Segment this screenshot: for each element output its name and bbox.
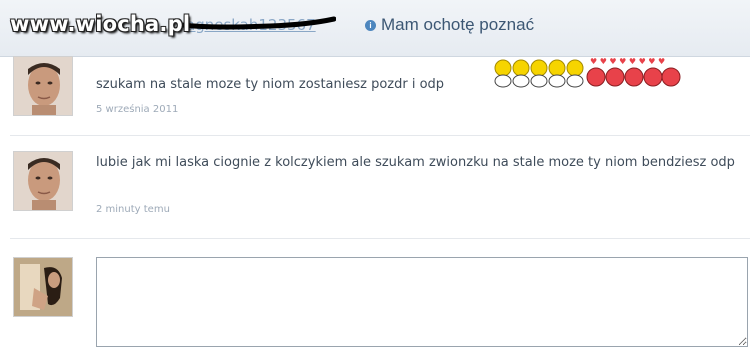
emoticons-row: ♥ ♥ ♥ ♥ ♥ ♥ ♥ ♥ — [494, 57, 681, 88]
smiley-icon — [494, 59, 584, 88]
message-text: lubie jak mi laska ciognie z kolczykiem … — [96, 155, 735, 170]
want-to-meet-label: Mam ochotę poznać — [381, 15, 535, 34]
my-avatar[interactable] — [13, 257, 73, 317]
message-date: 2 minuty temu — [96, 204, 170, 215]
message-date: 5 września 2011 — [96, 104, 179, 115]
love-smiley-icon: ♥ ♥ ♥ ♥ ♥ ♥ ♥ ♥ — [586, 57, 681, 87]
message-text: szukam na stale moze ty niom zostaniesz … — [96, 77, 445, 92]
sender-avatar[interactable] — [13, 151, 73, 211]
info-icon: i — [365, 19, 376, 31]
svg-text:♥ ♥ ♥ ♥ ♥ ♥ ♥ ♥: ♥ ♥ ♥ ♥ ♥ ♥ ♥ ♥ — [590, 57, 665, 66]
redaction-scribble — [180, 16, 336, 30]
want-to-meet-button[interactable]: i Mam ochotę poznać — [365, 15, 534, 35]
message-divider — [10, 238, 750, 239]
sender-avatar[interactable] — [13, 56, 73, 116]
message-divider — [10, 135, 750, 136]
compose-message-input[interactable] — [96, 257, 748, 347]
watermark-logo: www.wiocha.pl — [10, 12, 191, 36]
